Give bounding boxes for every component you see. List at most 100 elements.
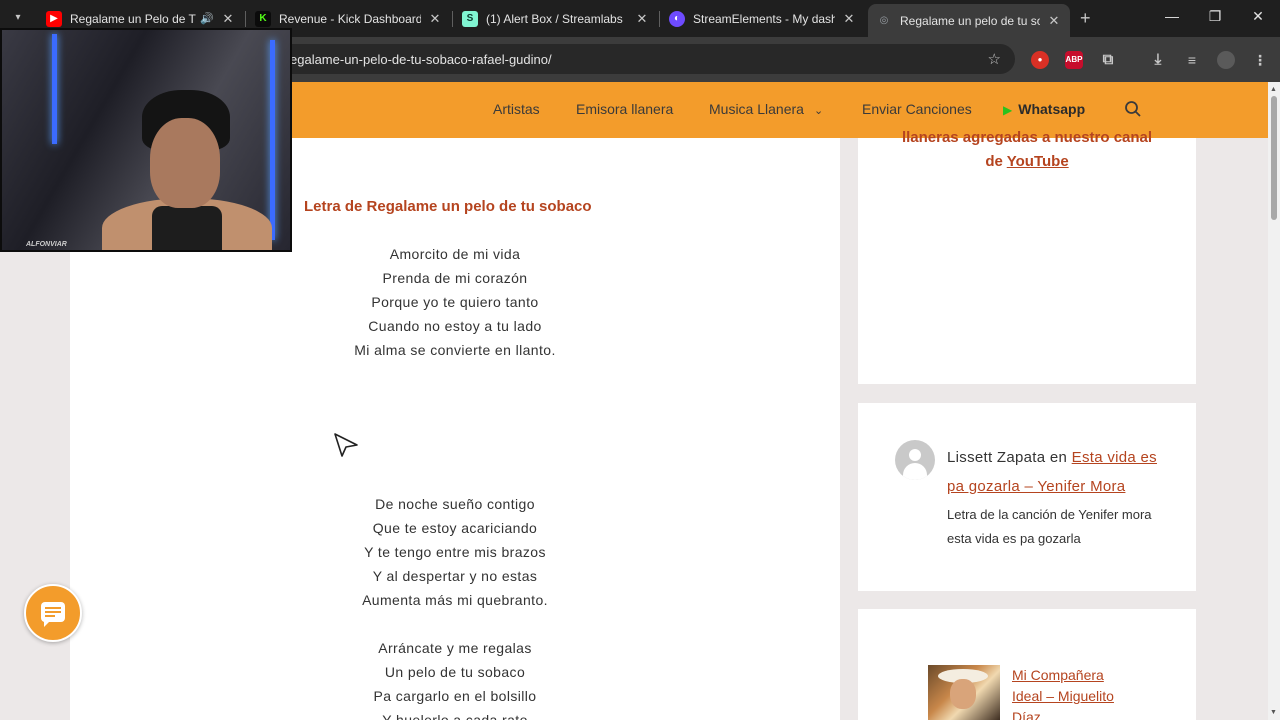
globe-favicon-icon: ◎	[879, 15, 889, 26]
lyric-line: Amorcito de mi vida	[389, 246, 521, 262]
chat-line	[45, 611, 61, 613]
stanza-1: Amorcito de mi vida Prenda de mi corazón…	[270, 242, 640, 362]
lyric-line: De noche sueño contigo	[375, 496, 535, 512]
lyric-line: Aumenta más mi quebranto.	[362, 592, 548, 608]
youtube-promo-line-2: de YouTube	[858, 150, 1196, 174]
adblock-plus-icon[interactable]: ABP	[1065, 51, 1083, 69]
scroll-down-icon[interactable]: ▼	[1270, 709, 1277, 716]
tab-separator	[452, 11, 453, 27]
streamelements-favicon-icon: ◐	[669, 10, 685, 27]
lyric-line: Un pelo de tu sobaco	[384, 664, 526, 680]
youtube-promo-line: llaneras agregadas a nuestro canal	[901, 129, 1153, 146]
lyrics-title: Letra de Regalame un pelo de tu sobaco	[304, 198, 592, 215]
tab-search-chevron-icon[interactable]: ▾	[10, 10, 26, 26]
new-tab-icon[interactable]: +	[1080, 9, 1091, 27]
comment-excerpt: Letra de la canción de Yenifer mora esta…	[947, 507, 1152, 546]
tab-close-icon[interactable]: ✕	[427, 11, 443, 27]
neon-light-right	[270, 40, 275, 240]
comment-author: Lissett Zapata	[947, 449, 1046, 466]
comment-connector: en	[1049, 449, 1068, 466]
post-title-link[interactable]: Mi Compañera Ideal – Miguelito Díaz	[1012, 665, 1132, 720]
nav-enviar-canciones[interactable]: Enviar Canciones	[862, 101, 972, 117]
lyric-line: Y huelerlo a cada rato	[382, 712, 528, 720]
streamer-shirt	[152, 206, 222, 250]
tab-streamlabs[interactable]: S (1) Alert Box / Streamlabs ✕	[454, 4, 658, 33]
tab-separator	[659, 11, 660, 27]
youtube-promo-prefix: de	[985, 153, 1007, 170]
chat-bubble-tail	[44, 621, 50, 627]
address-bar[interactable]: egalame-un-pelo-de-tu-sobaco-rafael-gudi…	[270, 44, 1015, 74]
sidebar-youtube-widget: llaneras agregadas a nuestro canal de Yo…	[858, 129, 1196, 384]
avatar-head	[909, 449, 921, 461]
bookmark-star-icon[interactable]: ☆	[988, 50, 1001, 68]
stanza-2: De noche sueño contigo Que te estoy acar…	[270, 492, 640, 612]
lyric-line: Prenda de mi corazón	[382, 270, 528, 286]
tab-close-icon[interactable]: ✕	[220, 11, 236, 27]
chat-line	[45, 607, 61, 609]
tab-title: (1) Alert Box / Streamlabs	[486, 11, 623, 26]
red-extension-icon[interactable]: ●	[1031, 51, 1049, 69]
lyric-line: Cuando no estoy a tu lado	[368, 318, 542, 334]
recent-comments-widget: Lissett Zapata en Esta vida es pa gozarl…	[858, 403, 1196, 591]
post-thumbnail[interactable]	[928, 665, 1000, 720]
mouse-cursor-icon	[334, 433, 358, 457]
tab-active-lyrics[interactable]: ◎ Regalame un pelo de tu sob ✕	[868, 4, 1070, 37]
streamlabs-favicon-icon: S	[462, 10, 478, 27]
webcam-overlay: ALFONVIAR	[0, 28, 292, 252]
download-icon[interactable]: ⤓	[1149, 51, 1167, 69]
lyric-line: Y al despertar y no estas	[372, 568, 538, 584]
browser-menu-icon[interactable]: ⋮	[1251, 51, 1269, 69]
scroll-thumb[interactable]	[1271, 96, 1277, 220]
comment-meta: Lissett Zapata en Esta vida es pa gozarl…	[947, 443, 1167, 501]
chat-button[interactable]	[24, 584, 82, 642]
youtube-promo-text: llaneras agregadas a nuestro canal de Yo…	[858, 126, 1196, 174]
restore-icon[interactable]: ❐	[1205, 8, 1225, 25]
speaker-icon[interactable]: 🔊	[200, 12, 214, 25]
tab-streamelements[interactable]: ◐ StreamElements - My dashb ✕	[661, 4, 865, 33]
lyric-line: Y te tengo entre mis brazos	[364, 544, 546, 560]
lyric-line: Mi alma se convierte en llanto.	[354, 342, 556, 358]
chat-line	[45, 615, 55, 617]
webcam-tag: ALFONVIAR	[26, 241, 67, 248]
youtube-favicon-icon: ▶	[46, 10, 62, 27]
scroll-up-icon[interactable]: ▲	[1270, 86, 1277, 93]
lyric-line: Que te estoy acariciando	[372, 520, 538, 536]
lyric-line: Porque yo te quiero tanto	[371, 294, 539, 310]
youtube-link[interactable]: YouTube	[1007, 153, 1069, 170]
extensions-puzzle-icon[interactable]: ⧉	[1099, 51, 1117, 69]
tab-close-icon[interactable]: ✕	[841, 11, 857, 27]
tab-separator	[245, 11, 246, 27]
tab-title: Regalame un Pelo de Tu	[70, 11, 197, 26]
tab-title: StreamElements - My dashb	[693, 11, 835, 26]
thumbnail-face	[950, 679, 976, 709]
minimize-icon[interactable]: —	[1162, 8, 1182, 24]
nav-artistas[interactable]: Artistas	[493, 101, 540, 117]
kick-favicon-icon: K	[255, 10, 271, 27]
media-control-icon[interactable]: ≡	[1183, 51, 1201, 69]
lyric-line: Pa cargarlo en el bolsillo	[373, 688, 537, 704]
chat-bubble-icon	[41, 602, 65, 622]
stanza-3: Arráncate y me regalas Un pelo de tu sob…	[270, 636, 640, 720]
tab-title: Regalame un pelo de tu sob	[900, 13, 1040, 28]
related-posts-widget: Mi Compañera Ideal – Miguelito Díaz	[858, 609, 1196, 720]
neon-light-left	[52, 34, 57, 144]
tab-close-icon[interactable]: ✕	[1046, 13, 1062, 29]
chevron-down-icon: ⌄	[813, 105, 824, 117]
whatsapp-play-icon: ▶	[1003, 103, 1013, 117]
nav-musica-llanera-label: Musica Llanera	[709, 101, 804, 117]
avatar-body	[903, 463, 927, 480]
page-scrollbar[interactable]: ▲ ▼	[1268, 82, 1280, 720]
nav-musica-llanera[interactable]: Musica Llanera ⌄	[709, 101, 823, 117]
nav-whatsapp[interactable]: ▶ Whatsapp	[1003, 101, 1085, 117]
profile-avatar-icon[interactable]	[1217, 51, 1235, 69]
avatar	[895, 440, 935, 480]
search-icon[interactable]	[1124, 100, 1142, 118]
streamer-face	[150, 118, 220, 208]
tab-title: Revenue - Kick Dashboard	[279, 11, 421, 26]
lyric-line: Arráncate y me regalas	[378, 640, 532, 656]
nav-emisora-llanera[interactable]: Emisora llanera	[576, 101, 673, 117]
url-text: egalame-un-pelo-de-tu-sobaco-rafael-gudi…	[290, 52, 552, 67]
close-window-icon[interactable]: ✕	[1248, 8, 1268, 25]
tab-close-icon[interactable]: ✕	[634, 11, 650, 27]
nav-whatsapp-label: Whatsapp	[1018, 101, 1086, 117]
